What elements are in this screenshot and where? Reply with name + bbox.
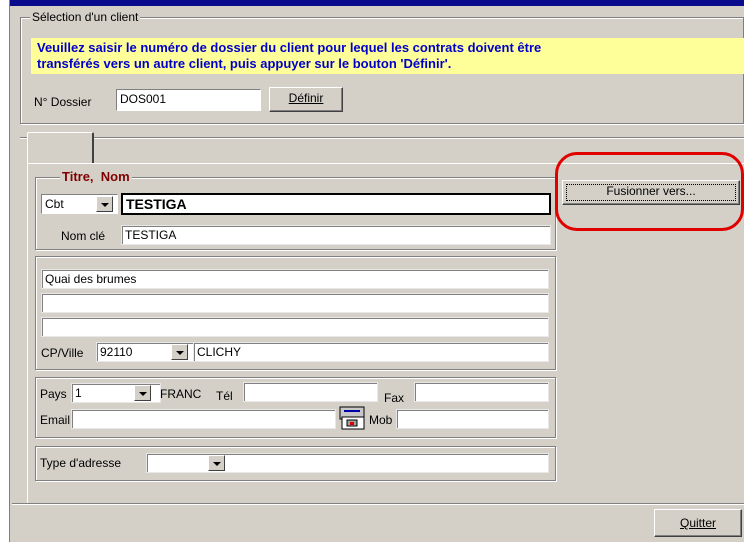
key-name-label: Nom clé: [61, 229, 106, 243]
fax-label: Fax: [384, 391, 405, 405]
merge-button[interactable]: Fusionner vers...: [562, 180, 740, 205]
name-label: Nom: [100, 169, 130, 184]
address-type-input[interactable]: [146, 453, 549, 473]
bottom-separator: [12, 503, 744, 505]
define-button-label: Définir: [288, 91, 324, 105]
country-name: FRANC: [160, 387, 202, 401]
title-bar-fragment: [10, 0, 744, 6]
title-dropdown-button[interactable]: [96, 196, 113, 212]
dossier-input[interactable]: DOS001: [116, 89, 261, 111]
instruction-line-1: Veuillez saisir le numéro de dossier du …: [37, 40, 542, 55]
instruction-line-2: transférés vers un autre client, puis ap…: [37, 56, 452, 71]
address-type-dropdown-button[interactable]: [208, 455, 225, 471]
address-line-1-input[interactable]: Quai des brumes: [41, 269, 549, 289]
title-name-legend: Titre, Nom: [60, 169, 132, 185]
define-button[interactable]: Définir: [269, 87, 343, 112]
address-type-label: Type d'adresse: [40, 456, 122, 470]
country-code-value: 1: [75, 386, 82, 400]
email-input[interactable]: [71, 409, 336, 429]
email-send-icon[interactable]: [338, 405, 368, 431]
name-input[interactable]: TESTIGA: [121, 193, 551, 215]
title-value: Cbt: [45, 197, 64, 211]
address-line-2-input[interactable]: [41, 293, 549, 313]
left-edge-strip: [0, 0, 10, 542]
country-dropdown-button[interactable]: [134, 385, 151, 401]
quit-button[interactable]: Quitter: [654, 509, 742, 537]
address-line-3-input[interactable]: [41, 317, 549, 337]
fax-input[interactable]: [414, 382, 549, 402]
instruction-banner: Veuillez saisir le numéro de dossier du …: [31, 38, 744, 74]
client-selection-legend: Sélection d'un client: [30, 9, 141, 25]
quit-button-label: Quitter: [679, 516, 716, 530]
dossier-label: N° Dossier: [34, 95, 92, 109]
phone-input[interactable]: [243, 382, 378, 402]
postal-code-value: 92110: [100, 345, 133, 359]
separator: [20, 137, 744, 139]
title-label: Titre,: [62, 169, 94, 184]
mobile-label: Mob: [369, 413, 393, 427]
cp-city-label: CP/Ville: [41, 346, 84, 360]
merge-button-label: Fusionner vers...: [606, 184, 696, 198]
country-label: Pays: [40, 387, 67, 401]
email-label: Email: [40, 413, 71, 427]
postal-code-dropdown-button[interactable]: [171, 344, 188, 360]
city-input[interactable]: CLICHY: [193, 342, 549, 362]
key-name-input[interactable]: TESTIGA: [121, 225, 551, 245]
mobile-input[interactable]: [396, 409, 549, 429]
tab-client[interactable]: [27, 132, 94, 164]
phone-label: Tél: [216, 389, 233, 403]
